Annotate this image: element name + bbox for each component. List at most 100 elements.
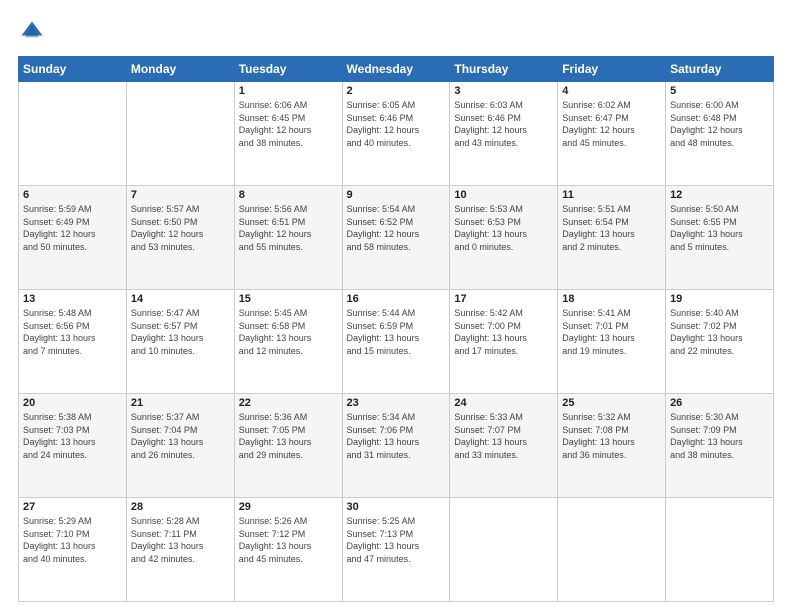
- col-tuesday: Tuesday: [234, 57, 342, 82]
- day-number: 13: [23, 293, 122, 305]
- day-info: Sunrise: 6:06 AM Sunset: 6:45 PM Dayligh…: [239, 99, 338, 149]
- calendar-cell: 15 Sunrise: 5:45 AM Sunset: 6:58 PM Dayli…: [234, 290, 342, 394]
- header: [18, 18, 774, 46]
- calendar-week-row: 1 Sunrise: 6:06 AM Sunset: 6:45 PM Daylig…: [19, 82, 774, 186]
- calendar-cell: [126, 82, 234, 186]
- calendar-cell: 25 Sunrise: 5:32 AM Sunset: 7:08 PM Dayli…: [558, 394, 666, 498]
- day-info: Sunrise: 5:28 AM Sunset: 7:11 PM Dayligh…: [131, 515, 230, 565]
- calendar-cell: [19, 82, 127, 186]
- day-number: 2: [347, 85, 446, 97]
- day-number: 25: [562, 397, 661, 409]
- calendar-cell: 3 Sunrise: 6:03 AM Sunset: 6:46 PM Daylig…: [450, 82, 558, 186]
- day-number: 1: [239, 85, 338, 97]
- calendar-table: Sunday Monday Tuesday Wednesday Thursday…: [18, 56, 774, 602]
- calendar-cell: [450, 498, 558, 602]
- calendar-cell: 11 Sunrise: 5:51 AM Sunset: 6:54 PM Dayli…: [558, 186, 666, 290]
- day-info: Sunrise: 6:00 AM Sunset: 6:48 PM Dayligh…: [670, 99, 769, 149]
- day-number: 16: [347, 293, 446, 305]
- calendar-cell: 23Sunrise: 5:34 AM Sunset: 7:06 PM Dayli…: [342, 394, 450, 498]
- day-number: 14: [131, 293, 230, 305]
- day-number: 28: [131, 501, 230, 513]
- day-number: 19: [670, 293, 769, 305]
- logo: [18, 18, 50, 46]
- day-number: 5: [670, 85, 769, 97]
- day-number: 20: [23, 397, 122, 409]
- calendar-cell: 13 Sunrise: 5:48 AM Sunset: 6:56 PM Dayli…: [19, 290, 127, 394]
- calendar-week-row: 27Sunrise: 5:29 AM Sunset: 7:10 PM Dayli…: [19, 498, 774, 602]
- day-info: Sunrise: 5:38 AM Sunset: 7:03 PM Dayligh…: [23, 411, 122, 461]
- day-info: Sunrise: 5:54 AM Sunset: 6:52 PM Dayligh…: [347, 203, 446, 253]
- day-number: 21: [131, 397, 230, 409]
- day-info: Sunrise: 5:33 AM Sunset: 7:07 PM Dayligh…: [454, 411, 553, 461]
- calendar-header-row: Sunday Monday Tuesday Wednesday Thursday…: [19, 57, 774, 82]
- day-info: Sunrise: 6:05 AM Sunset: 6:46 PM Dayligh…: [347, 99, 446, 149]
- calendar-cell: 24 Sunrise: 5:33 AM Sunset: 7:07 PM Dayli…: [450, 394, 558, 498]
- calendar-cell: 16Sunrise: 5:44 AM Sunset: 6:59 PM Dayli…: [342, 290, 450, 394]
- day-info: Sunrise: 5:40 AM Sunset: 7:02 PM Dayligh…: [670, 307, 769, 357]
- day-number: 26: [670, 397, 769, 409]
- calendar-week-row: 13 Sunrise: 5:48 AM Sunset: 6:56 PM Dayli…: [19, 290, 774, 394]
- day-info: Sunrise: 5:34 AM Sunset: 7:06 PM Dayligh…: [347, 411, 446, 461]
- calendar-week-row: 6Sunrise: 5:59 AM Sunset: 6:49 PM Daylig…: [19, 186, 774, 290]
- col-monday: Monday: [126, 57, 234, 82]
- calendar-cell: 20 Sunrise: 5:38 AM Sunset: 7:03 PM Dayli…: [19, 394, 127, 498]
- day-info: Sunrise: 5:48 AM Sunset: 6:56 PM Dayligh…: [23, 307, 122, 357]
- calendar-cell: 18Sunrise: 5:41 AM Sunset: 7:01 PM Dayli…: [558, 290, 666, 394]
- day-number: 12: [670, 189, 769, 201]
- calendar-cell: 28 Sunrise: 5:28 AM Sunset: 7:11 PM Dayli…: [126, 498, 234, 602]
- day-number: 10: [454, 189, 553, 201]
- day-info: Sunrise: 5:50 AM Sunset: 6:55 PM Dayligh…: [670, 203, 769, 253]
- day-number: 9: [347, 189, 446, 201]
- day-number: 4: [562, 85, 661, 97]
- day-info: Sunrise: 5:51 AM Sunset: 6:54 PM Dayligh…: [562, 203, 661, 253]
- col-sunday: Sunday: [19, 57, 127, 82]
- day-info: Sunrise: 5:32 AM Sunset: 7:08 PM Dayligh…: [562, 411, 661, 461]
- calendar-cell: 7Sunrise: 5:57 AM Sunset: 6:50 PM Daylig…: [126, 186, 234, 290]
- day-info: Sunrise: 5:37 AM Sunset: 7:04 PM Dayligh…: [131, 411, 230, 461]
- day-number: 17: [454, 293, 553, 305]
- calendar-cell: 14 Sunrise: 5:47 AM Sunset: 6:57 PM Dayli…: [126, 290, 234, 394]
- calendar-cell: [666, 498, 774, 602]
- calendar-cell: 30 Sunrise: 5:25 AM Sunset: 7:13 PM Dayli…: [342, 498, 450, 602]
- calendar-cell: 1 Sunrise: 6:06 AM Sunset: 6:45 PM Daylig…: [234, 82, 342, 186]
- day-info: Sunrise: 6:02 AM Sunset: 6:47 PM Dayligh…: [562, 99, 661, 149]
- calendar-cell: 19 Sunrise: 5:40 AM Sunset: 7:02 PM Dayli…: [666, 290, 774, 394]
- col-friday: Friday: [558, 57, 666, 82]
- calendar-cell: 10 Sunrise: 5:53 AM Sunset: 6:53 PM Dayli…: [450, 186, 558, 290]
- day-number: 11: [562, 189, 661, 201]
- day-info: Sunrise: 5:25 AM Sunset: 7:13 PM Dayligh…: [347, 515, 446, 565]
- day-number: 3: [454, 85, 553, 97]
- day-info: Sunrise: 5:47 AM Sunset: 6:57 PM Dayligh…: [131, 307, 230, 357]
- day-info: Sunrise: 5:56 AM Sunset: 6:51 PM Dayligh…: [239, 203, 338, 253]
- day-info: Sunrise: 5:36 AM Sunset: 7:05 PM Dayligh…: [239, 411, 338, 461]
- day-number: 22: [239, 397, 338, 409]
- day-number: 15: [239, 293, 338, 305]
- calendar-cell: 22 Sunrise: 5:36 AM Sunset: 7:05 PM Dayli…: [234, 394, 342, 498]
- calendar-cell: 8 Sunrise: 5:56 AM Sunset: 6:51 PM Daylig…: [234, 186, 342, 290]
- calendar-cell: 9 Sunrise: 5:54 AM Sunset: 6:52 PM Daylig…: [342, 186, 450, 290]
- day-info: Sunrise: 5:53 AM Sunset: 6:53 PM Dayligh…: [454, 203, 553, 253]
- day-number: 30: [347, 501, 446, 513]
- calendar-cell: 21 Sunrise: 5:37 AM Sunset: 7:04 PM Dayli…: [126, 394, 234, 498]
- day-info: Sunrise: 5:42 AM Sunset: 7:00 PM Dayligh…: [454, 307, 553, 357]
- page: Sunday Monday Tuesday Wednesday Thursday…: [0, 0, 792, 612]
- calendar-cell: 6Sunrise: 5:59 AM Sunset: 6:49 PM Daylig…: [19, 186, 127, 290]
- calendar-cell: 17 Sunrise: 5:42 AM Sunset: 7:00 PM Dayli…: [450, 290, 558, 394]
- day-info: Sunrise: 5:26 AM Sunset: 7:12 PM Dayligh…: [239, 515, 338, 565]
- col-wednesday: Wednesday: [342, 57, 450, 82]
- calendar-cell: 5 Sunrise: 6:00 AM Sunset: 6:48 PM Daylig…: [666, 82, 774, 186]
- day-info: Sunrise: 6:03 AM Sunset: 6:46 PM Dayligh…: [454, 99, 553, 149]
- calendar-cell: [558, 498, 666, 602]
- day-number: 27: [23, 501, 122, 513]
- calendar-cell: 27Sunrise: 5:29 AM Sunset: 7:10 PM Dayli…: [19, 498, 127, 602]
- calendar-cell: 29 Sunrise: 5:26 AM Sunset: 7:12 PM Dayli…: [234, 498, 342, 602]
- calendar-cell: 12 Sunrise: 5:50 AM Sunset: 6:55 PM Dayli…: [666, 186, 774, 290]
- day-info: Sunrise: 5:45 AM Sunset: 6:58 PM Dayligh…: [239, 307, 338, 357]
- day-number: 8: [239, 189, 338, 201]
- col-thursday: Thursday: [450, 57, 558, 82]
- logo-icon: [18, 18, 46, 46]
- day-number: 24: [454, 397, 553, 409]
- day-number: 29: [239, 501, 338, 513]
- day-info: Sunrise: 5:41 AM Sunset: 7:01 PM Dayligh…: [562, 307, 661, 357]
- calendar-cell: 4 Sunrise: 6:02 AM Sunset: 6:47 PM Daylig…: [558, 82, 666, 186]
